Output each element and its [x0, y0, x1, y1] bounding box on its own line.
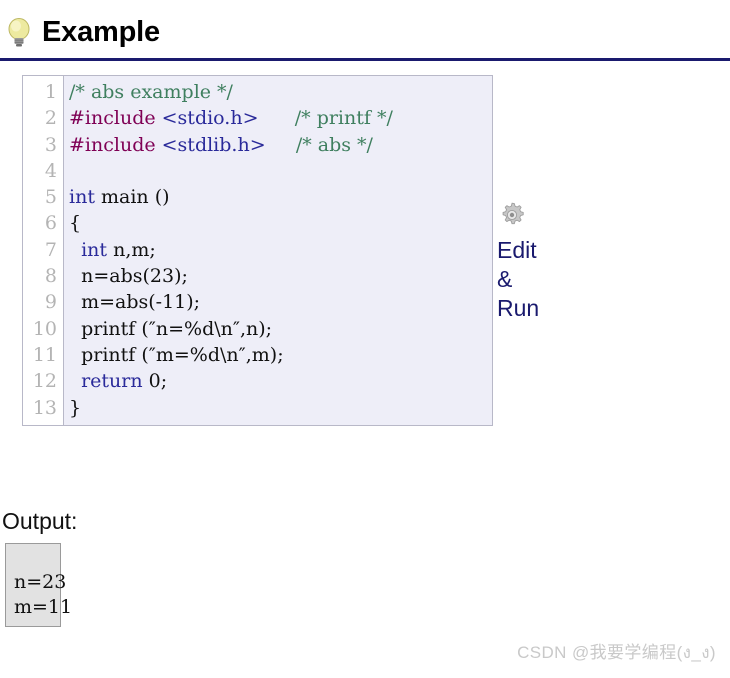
code-token: #include: [69, 107, 162, 130]
code-token: 0;: [142, 370, 168, 393]
code-line: printf (″m=%d\n″,m);: [69, 342, 492, 368]
code-token: n,m;: [107, 238, 156, 261]
line-number: 11: [32, 343, 57, 366]
code-content: /* abs example */#include <stdio.h> /* p…: [64, 76, 492, 425]
code-line: int n,m;: [69, 237, 492, 263]
line-number: 7: [44, 238, 57, 261]
edit-and-run-link[interactable]: Edit & Run: [497, 200, 559, 323]
line-number: 5: [44, 186, 57, 209]
code-token: int: [81, 238, 108, 261]
line-number: 8: [44, 265, 57, 288]
code-line: m=abs(-11);: [69, 289, 492, 315]
code-line: n=abs(23);: [69, 263, 492, 289]
line-number: 9: [44, 291, 57, 314]
code-line: #include <stdlib.h> /* abs */: [69, 132, 492, 158]
gear-icon[interactable]: [497, 200, 527, 230]
code-token: /* abs example */: [69, 81, 233, 103]
code-token: n=abs(23);: [69, 265, 188, 288]
code-line: }: [69, 395, 492, 421]
line-number: 4: [44, 159, 57, 182]
code-token: m=abs(-11);: [69, 291, 201, 314]
code-token: printf (″m=%d\n″,m);: [69, 343, 284, 366]
code-token: int: [69, 186, 95, 209]
page-header: Example: [0, 0, 730, 47]
code-token: main (): [94, 186, 170, 209]
line-number: 12: [32, 370, 57, 393]
code-token: <stdio.h>: [161, 107, 259, 130]
code-token: {: [69, 212, 82, 235]
line-number: 3: [44, 133, 57, 156]
edit-and-run-label: Edit & Run: [497, 237, 540, 321]
line-number: 2: [44, 107, 57, 130]
code-token: <stdlib.h>: [161, 133, 266, 156]
code-token: /* printf */: [294, 107, 393, 130]
code-line: printf (″n=%d\n″,n);: [69, 316, 492, 342]
output-text: n=23 m=11: [14, 571, 73, 618]
line-number: 1: [44, 81, 57, 103]
code-token: printf (″n=%d\n″,n);: [69, 317, 273, 340]
line-number-gutter: 1 2 3 4 5 6 7 8 9 10 11 12 13: [23, 76, 64, 425]
line-number: 6: [44, 212, 57, 235]
header-divider: [0, 58, 730, 61]
output-label: Output:: [2, 508, 78, 534]
code-block: 1 2 3 4 5 6 7 8 9 10 11 12 13 /* abs example */#incl…: [22, 75, 493, 426]
code-token: return: [81, 370, 143, 393]
output-box: n=23 m=11: [5, 543, 72, 627]
code-token: #include: [69, 133, 162, 156]
code-token: }: [69, 396, 82, 419]
line-number: 13: [32, 396, 57, 419]
lightbulb-icon: [8, 18, 30, 47]
code-line: /* abs example */: [69, 79, 492, 105]
code-line: {: [69, 210, 492, 236]
code-token: /* abs */: [295, 133, 373, 156]
code-line: #include <stdio.h> /* printf */: [69, 105, 492, 131]
code-line: int main (): [69, 184, 492, 210]
csdn-watermark: CSDN @我要学编程(ง_ง): [517, 643, 716, 662]
code-line: return 0;: [69, 368, 492, 394]
page-title: Example: [42, 15, 160, 48]
line-number: 10: [32, 317, 57, 340]
